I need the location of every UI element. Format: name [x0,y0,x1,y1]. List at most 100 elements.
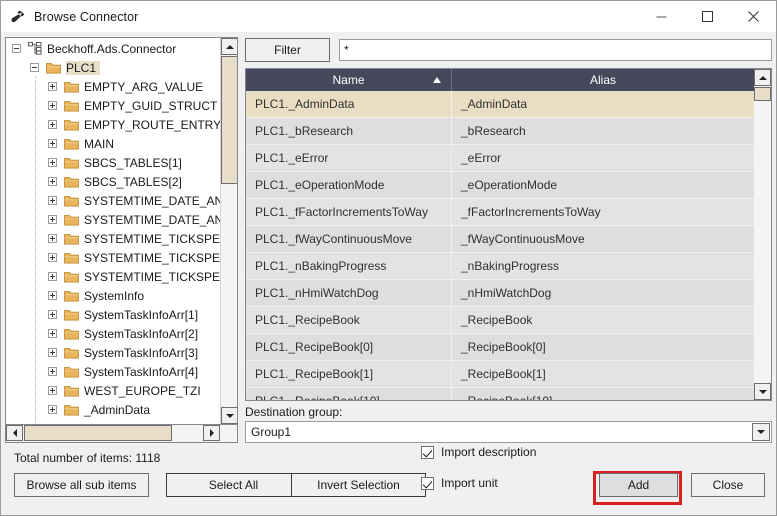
cell-name: PLC1._RecipeBook [246,306,452,334]
cell-alias: _nHmiWatchDog [461,286,552,300]
expand-icon[interactable] [48,291,57,300]
expand-icon[interactable] [48,196,57,205]
table-row[interactable]: PLC1._fWayContinuousMove _fWayContinuousM… [246,225,754,253]
tree-scroll-up-button[interactable] [221,38,237,55]
tree-view[interactable]: Beckhoff.Ads.Connector PLC1 EMPTY_ARG_VALU… [5,37,238,425]
expand-icon[interactable] [48,139,57,148]
expand-icon[interactable] [48,215,57,224]
select-all-button[interactable]: Select All [166,473,301,497]
destination-group-select[interactable]: Group1 [245,421,772,443]
filter-input[interactable]: * [339,39,772,61]
tree-vertical-scrollbar[interactable] [220,38,237,424]
expand-icon[interactable] [48,82,57,91]
table-row[interactable]: PLC1._nHmiWatchDog _nHmiWatchDog [246,279,754,307]
tree-hscroll-thumb[interactable] [24,425,172,441]
add-button[interactable]: Add [599,473,678,497]
expand-icon[interactable] [48,405,57,414]
expand-icon[interactable] [48,234,57,243]
tree-item[interactable]: SYSTEMTIME_DATE_AN [6,210,220,229]
tree-item-label: EMPTY_ARG_VALUE [84,79,204,94]
tree-item[interactable]: EMPTY_GUID_STRUCT [6,96,220,115]
column-header-name[interactable]: Name [246,69,452,91]
expand-icon[interactable] [48,386,57,395]
table-row[interactable]: PLC1._fFactorIncrementsToWay _fFactorIncr… [246,198,754,226]
expand-icon[interactable] [48,348,57,357]
cell-name: PLC1._fFactorIncrementsToWay [246,198,452,226]
tree-scroll-down-button[interactable] [221,407,237,424]
tree-item[interactable]: SystemTaskInfoArr[4] [6,362,220,381]
chevron-down-icon[interactable] [752,423,770,441]
items-panel: Filter * Name Alias PLC1._AdminData _Admi… [241,32,776,443]
import-unit-checkbox-row[interactable]: Import unit [421,476,498,490]
tree-item[interactable]: SYSTEMTIME_TICKSPER [6,229,220,248]
expand-icon[interactable] [48,158,57,167]
tree-item[interactable]: MAIN [6,134,220,153]
import-description-checkbox[interactable] [421,445,434,459]
import-description-label: Import description [441,445,537,459]
close-button[interactable] [730,1,776,32]
tree-item[interactable]: PLC1 [6,58,220,77]
expand-icon[interactable] [48,253,57,262]
tree-item[interactable]: SystemTaskInfoArr[2] [6,324,220,343]
tree-scroll-thumb[interactable] [221,56,237,184]
expand-icon[interactable] [48,177,57,186]
folder-icon [64,138,79,150]
expand-icon[interactable] [48,367,57,376]
tree-item[interactable]: SBCS_TABLES[1] [6,153,220,172]
tree-item-label: SBCS_TABLES[2] [84,174,182,189]
tree-item[interactable]: SystemTaskInfoArr[3] [6,343,220,362]
import-unit-checkbox[interactable] [421,476,434,490]
tree-item[interactable]: SBCS_TABLES[2] [6,172,220,191]
table-vertical-scrollbar[interactable] [754,69,771,400]
minimize-button[interactable] [638,1,684,32]
import-description-checkbox-row[interactable]: Import description [421,445,536,459]
table-row[interactable]: PLC1._RecipeBook[10]_RecipeBook[10] [246,387,754,400]
table-row[interactable]: PLC1._nBakingProgress _nBakingProgress [246,252,754,280]
expand-icon[interactable] [48,101,57,110]
filter-button[interactable]: Filter [245,38,330,62]
expand-icon[interactable] [48,272,57,281]
tree-item[interactable]: SYSTEMTIME_DATE_AN [6,191,220,210]
tree-scroll-right-button[interactable] [203,425,220,441]
items-table: Name Alias PLC1._AdminData _AdminData PLC1… [245,68,772,401]
filter-row: Filter * [245,37,772,63]
tree-item[interactable]: Beckhoff.Ads.Connector [6,39,220,58]
expand-icon[interactable] [48,120,57,129]
table-row[interactable]: PLC1._AdminData _AdminData [246,90,754,118]
table-row[interactable]: PLC1._bResearch _bResearch [246,117,754,145]
tree-item[interactable]: SYSTEMTIME_TICKSPER [6,267,220,286]
arrow-right-icon [209,429,214,437]
table-scroll-up-button[interactable] [754,69,771,86]
tree-item[interactable]: SystemTaskInfoArr[1] [6,305,220,324]
tree-item[interactable]: SYSTEMTIME_TICKSPER [6,248,220,267]
maximize-button[interactable] [684,1,730,32]
tree-item[interactable]: EMPTY_ARG_VALUE [6,77,220,96]
table-row[interactable]: PLC1._eOperationMode _eOperationMode [246,171,754,199]
tree-scroll-left-button[interactable] [6,425,23,441]
column-header-alias[interactable]: Alias [452,69,754,91]
tree-item[interactable]: WEST_EUROPE_TZI [6,381,220,400]
collapse-icon[interactable] [12,44,21,53]
destination-group-label: Destination group: [245,405,343,419]
collapse-icon[interactable] [30,63,39,72]
table-row[interactable]: PLC1._eError _eError [246,144,754,172]
tree-item[interactable]: _RecipeBook[0] [6,419,220,424]
tree-horizontal-scrollbar[interactable] [5,425,238,443]
invert-selection-button[interactable]: Invert Selection [291,473,426,497]
browse-all-sub-items-button[interactable]: Browse all sub items [14,473,149,497]
table-row[interactable]: PLC1._RecipeBook _RecipeBook [246,306,754,334]
table-scroll-down-button[interactable] [754,383,771,400]
tree-item[interactable]: _AdminData [6,400,220,419]
folder-icon [64,233,79,245]
tree-item-label: SYSTEMTIME_DATE_AN [84,212,220,227]
table-row[interactable]: PLC1._RecipeBook[0] _RecipeBook[0] [246,333,754,361]
table-scroll-thumb[interactable] [754,87,771,101]
expand-icon[interactable] [48,310,57,319]
close-dialog-button[interactable]: Close [691,473,765,497]
table-row[interactable]: PLC1._RecipeBook[1] _RecipeBook[1] [246,360,754,388]
tree-item-label: EMPTY_GUID_STRUCT [84,98,218,113]
cell-name: PLC1._nBakingProgress [246,252,452,280]
tree-item[interactable]: SystemInfo [6,286,220,305]
expand-icon[interactable] [48,329,57,338]
tree-item[interactable]: EMPTY_ROUTE_ENTRY [6,115,220,134]
